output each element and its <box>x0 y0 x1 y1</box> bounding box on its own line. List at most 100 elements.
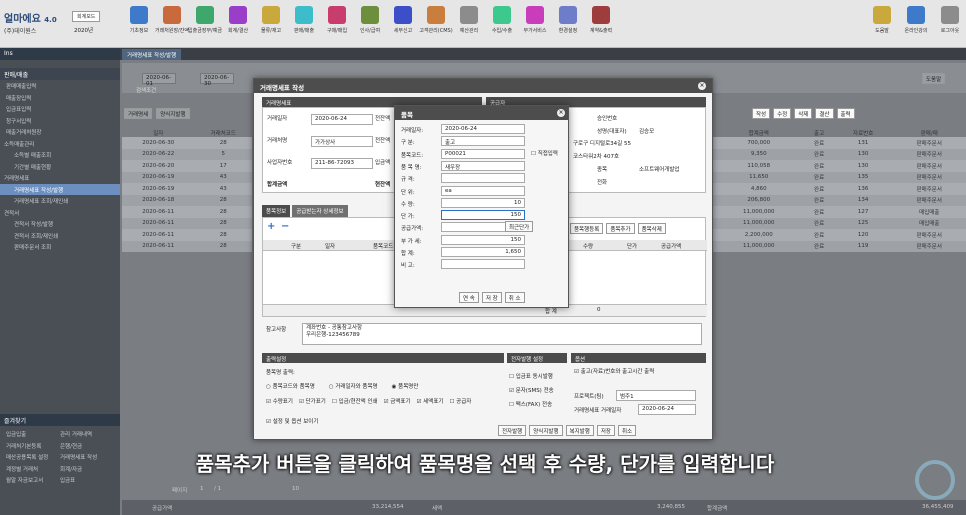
main-action-0[interactable]: 작성 <box>752 108 771 119</box>
item-row-register-button[interactable]: 품목행등록 <box>570 223 604 234</box>
table-row[interactable]: 2020-06-18 28 <box>122 194 252 206</box>
table-row[interactable]: 4,860 완료 136 판매주문서 <box>713 183 966 195</box>
table-row[interactable]: 9,350 완료 130 판매주문서 <box>713 148 966 160</box>
print-check-4[interactable]: ☑ 세액표기 <box>417 397 444 405</box>
table-row[interactable]: 11,000,000 완료 127 매입매출 <box>713 206 966 218</box>
favorite-item[interactable]: 계정별 거래처 <box>6 465 60 473</box>
table-row[interactable]: 2020-06-19 43 <box>122 183 252 195</box>
date-field[interactable]: 2020-06-24 <box>311 114 373 125</box>
page-number[interactable]: 1 <box>200 486 204 492</box>
print-opt-code-name[interactable]: ○ 품목코드와 품목명 <box>266 382 315 390</box>
popup-field-2[interactable]: P00021 <box>441 148 525 159</box>
sidebar-item-3[interactable]: 청구서입력 <box>0 115 120 127</box>
toolbar-right-item-1[interactable]: 온라인강의 <box>898 6 934 44</box>
table-row[interactable]: 2020-06-11 28 <box>122 240 252 252</box>
print-check-1[interactable]: ☑ 단가표기 <box>299 397 326 405</box>
main-action-3[interactable]: 결산 <box>815 108 834 119</box>
toolbar-right-item-2[interactable]: 로그아웃 <box>932 6 966 44</box>
popup-field-1[interactable]: 출고 <box>441 136 525 147</box>
sidebar-item-1[interactable]: 매출장입력 <box>0 92 120 104</box>
table-row[interactable]: 2020-06-11 28 <box>122 229 252 241</box>
favorite-item[interactable]: 거래처기본등록 <box>6 442 60 450</box>
toolbar-right-item-0[interactable]: 도움말 <box>864 6 900 44</box>
efile-opt-fax[interactable]: ☐ 팩스(FAX) 전송 <box>509 400 552 408</box>
mode-button[interactable]: 회계모드 <box>72 11 101 22</box>
memo-field[interactable]: 계좌번호 - 공통참고사항 우리은행-123456789 <box>302 323 702 345</box>
table-row[interactable]: 2020-06-11 28 <box>122 217 252 229</box>
popup-field-7[interactable]: 150 <box>441 210 525 221</box>
toolbar-item-4[interactable]: 물류/재고 <box>253 6 289 44</box>
sidebar-item-2[interactable]: 입금표입력 <box>0 103 120 115</box>
table-row[interactable]: 11,000,000 완료 119 판매주문서 <box>713 240 966 252</box>
favorite-item[interactable]: 회계/자금 <box>60 465 114 473</box>
tab-invoice[interactable]: 거래명세표 작성/발행 <box>122 49 182 60</box>
print-check-3[interactable]: ☑ 금액표기 <box>384 397 411 405</box>
add-item-button[interactable]: 품목추가 <box>606 223 635 234</box>
toolbar-item-11[interactable]: 수입/수출 <box>484 6 520 44</box>
popup-field-10[interactable]: 1,650 <box>441 247 525 257</box>
dialog-button-0[interactable]: 전자발행 <box>498 425 527 436</box>
continue-button[interactable]: 연 속 <box>459 292 479 303</box>
favorite-item[interactable]: 매산공용목록 설정 <box>6 453 60 461</box>
popup-close-icon[interactable]: × <box>557 109 565 117</box>
close-icon[interactable]: × <box>698 82 706 90</box>
remove-row-icon[interactable]: − <box>281 221 289 232</box>
main-action-2[interactable]: 삭제 <box>794 108 813 119</box>
toolbar-item-9[interactable]: 고객관리(CMS) <box>418 6 454 44</box>
dialog-button-2[interactable]: 복지발행 <box>565 425 594 436</box>
sidebar-item-9[interactable]: 거래명세표 작성/발행 <box>0 183 120 195</box>
popup-save-button[interactable]: 저 장 <box>481 292 502 303</box>
table-row[interactable]: 110,058 완료 130 판매주문서 <box>713 160 966 172</box>
recent-price-button[interactable]: 최근단가 <box>505 221 534 232</box>
table-row[interactable]: 2020-06-30 28 <box>122 137 252 149</box>
date-to-field[interactable]: 2020-06-30 <box>200 73 234 87</box>
page-size[interactable]: 10 <box>292 486 299 492</box>
popup-field-6[interactable]: 10 <box>441 197 525 208</box>
toolbar-item-13[interactable]: 환경설정 <box>550 6 586 44</box>
toolbar-item-7[interactable]: 인사/급여 <box>352 6 388 44</box>
tab-item-info[interactable]: 품목정보 <box>262 205 291 217</box>
delete-item-button[interactable]: 품목삭제 <box>637 223 666 234</box>
trade-date-field[interactable]: 2020-06-24 <box>638 404 696 415</box>
popup-field-9[interactable]: 150 <box>441 234 525 245</box>
favorite-item[interactable]: 관리 거래내역 <box>60 430 114 438</box>
toolbar-item-1[interactable]: 거래처원장/잔액 <box>154 6 190 44</box>
year-select[interactable]: 2020년 <box>74 26 93 34</box>
toolbar-item-0[interactable]: 기초정보 <box>121 6 157 44</box>
toolbar-item-14[interactable]: 계약&출력 <box>583 6 619 44</box>
table-row[interactable]: 11,000,000 완료 125 매입매출 <box>713 217 966 229</box>
sidebar-item-12[interactable]: 견적서 작성/발행 <box>0 218 120 230</box>
dialog-button-3[interactable]: 저장 <box>596 425 615 436</box>
favorite-item[interactable]: 은행/현금 <box>60 442 114 450</box>
popup-cancel-button[interactable]: 취 소 <box>504 292 525 303</box>
main-action-1[interactable]: 수정 <box>773 108 792 119</box>
partner-field[interactable]: 가가상사 <box>311 136 373 147</box>
toolbar-item-8[interactable]: 세무신고 <box>385 6 421 44</box>
table-row[interactable]: 2020-06-11 28 <box>122 206 252 218</box>
efile-opt-deposit[interactable]: ☐ 입금표 동시발행 <box>509 372 553 380</box>
toolbar-item-2[interactable]: 입출금장부/예금 <box>187 6 223 44</box>
efile-opt-sms[interactable]: ☑ 문자(SMS) 전송 <box>509 386 554 394</box>
invoice-type-button[interactable]: 거래명세 <box>124 108 153 119</box>
form-issue-button[interactable]: 양식지발행 <box>156 108 190 119</box>
popup-field-11[interactable] <box>441 259 525 270</box>
sidebar-item-14[interactable]: 판매주문서 조회 <box>0 241 120 253</box>
print-opt-date-name[interactable]: ○ 거래일자와 품목명 <box>329 382 378 390</box>
tab-receiver-detail[interactable]: 공급받는자 상세정보 <box>292 205 348 217</box>
direct-input-check[interactable]: ☐ 직접입력 <box>531 149 558 157</box>
sidebar-item-7[interactable]: 기간별 매출현황 <box>0 161 120 173</box>
print-check-2[interactable]: ☐ 입금/현잔액 인쇄 <box>332 397 378 405</box>
favorite-item[interactable]: 입금표 <box>60 476 114 484</box>
favorite-item[interactable]: 거래명세표 작성 <box>60 453 114 461</box>
sidebar-item-4[interactable]: 매출거래처원장 <box>0 126 120 138</box>
favorite-item[interactable]: 월말 자금보고서 <box>6 476 60 484</box>
project-field[interactable]: 범주1 <box>616 390 696 401</box>
print-opt-name-only[interactable]: ◉ 품목명만 <box>392 382 419 390</box>
sidebar-item-0[interactable]: 판매매출입력 <box>0 80 120 92</box>
toolbar-item-3[interactable]: 회계/결산 <box>220 6 256 44</box>
sidebar-item-6[interactable]: 소득별 매출조회 <box>0 149 120 161</box>
sidebar-item-11[interactable]: 견적서 <box>0 207 120 219</box>
table-row[interactable]: 11,650 완료 135 판매주문서 <box>713 171 966 183</box>
table-row[interactable]: 2020-06-19 43 <box>122 171 252 183</box>
sidebar-item-13[interactable]: 견적서 조회/재인쇄 <box>0 230 120 242</box>
